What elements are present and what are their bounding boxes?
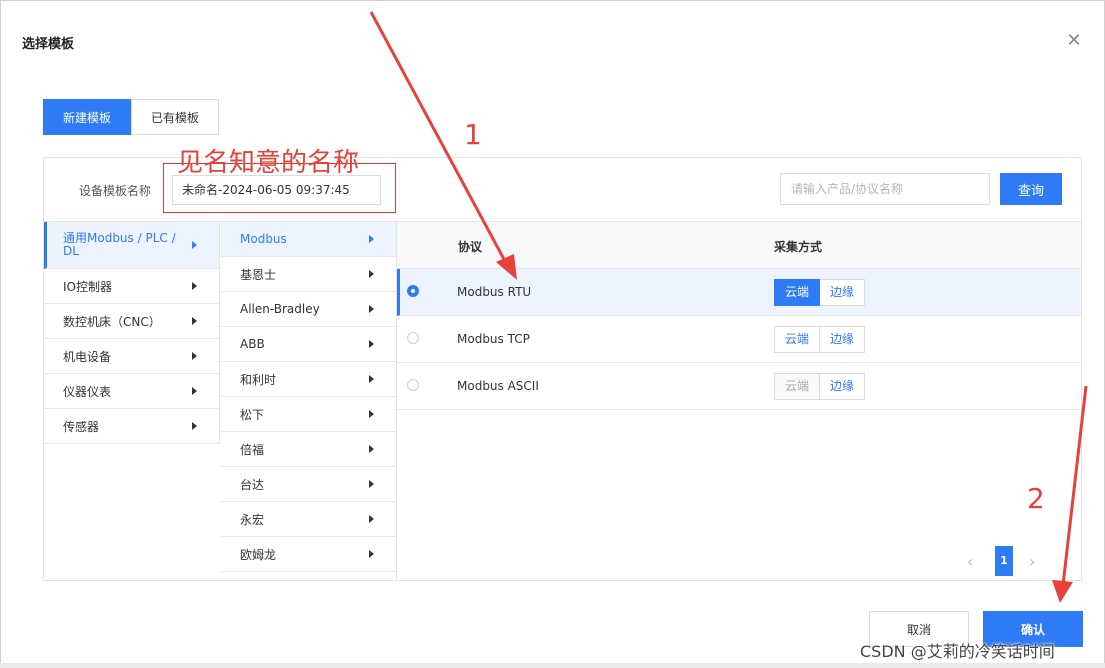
caret-right-icon	[369, 375, 374, 383]
column-header-protocol: 协议	[458, 240, 483, 254]
protocol-name: Modbus TCP	[457, 332, 530, 346]
cloud-option[interactable]: 云端	[774, 279, 821, 306]
pagination-prev-icon[interactable]: ‹	[967, 552, 973, 571]
vendor-item[interactable]: Allen-Bradley	[221, 292, 396, 327]
vendor-item[interactable]: 永宏	[221, 502, 396, 537]
category-label: 仪器仪表	[63, 384, 112, 399]
radio-button[interactable]	[407, 332, 419, 344]
category-label: 通用Modbus / PLC / DL	[63, 231, 176, 258]
pagination-page[interactable]: 1	[995, 546, 1013, 576]
caret-right-icon	[192, 317, 197, 325]
edge-option[interactable]: 边缘	[820, 279, 866, 306]
category-label: 机电设备	[63, 349, 112, 364]
vendor-label: 欧姆龙	[240, 547, 277, 562]
vendor-label: 基恩士	[240, 267, 277, 282]
category-label: 数控机床（CNC）	[63, 314, 161, 329]
vendor-item[interactable]: 基恩士	[221, 257, 396, 292]
tab-existing-template[interactable]: 已有模板	[131, 99, 220, 135]
caret-right-icon	[369, 445, 374, 453]
category-item-sensors[interactable]: 传感器	[44, 409, 220, 444]
caret-right-icon	[192, 241, 197, 249]
pagination-next-icon[interactable]: ›	[1029, 552, 1035, 571]
table-row[interactable]: Modbus TCP 云端 边缘	[397, 316, 1081, 363]
category-list: 通用Modbus / PLC / DL IO控制器 数控机床（CNC） 机电设备…	[44, 222, 220, 444]
protocol-name: Modbus ASCII	[457, 379, 539, 393]
category-label: 传感器	[63, 419, 100, 434]
template-name-input[interactable]: 未命名-2024-06-05 09:37:45	[172, 175, 381, 205]
method-toggle: 云端 边缘	[774, 279, 866, 306]
search-input[interactable]	[780, 173, 990, 205]
annotation-step-2: 2	[1027, 482, 1045, 515]
category-item-electromechanical[interactable]: 机电设备	[44, 339, 220, 374]
cloud-option[interactable]: 云端	[774, 326, 821, 353]
cloud-option[interactable]: 云端	[774, 373, 821, 400]
caret-right-icon	[369, 550, 374, 558]
edge-option[interactable]: 边缘	[820, 373, 866, 400]
vendor-item[interactable]: 台达	[221, 467, 396, 502]
radio-button[interactable]	[407, 285, 419, 297]
vendor-item[interactable]: 倍福	[221, 432, 396, 467]
vendor-label: Allen-Bradley	[240, 302, 320, 316]
protocol-name: Modbus RTU	[457, 285, 532, 299]
edge-option[interactable]: 边缘	[820, 326, 866, 353]
vendor-label: 台达	[240, 477, 265, 492]
caret-right-icon	[369, 270, 374, 278]
caret-right-icon	[192, 387, 197, 395]
template-name-label: 设备模板名称	[79, 184, 152, 198]
vendor-item[interactable]: ABB	[221, 327, 396, 362]
vendor-label: 永宏	[240, 512, 265, 527]
category-item-io-controller[interactable]: IO控制器	[44, 269, 220, 304]
caret-right-icon	[192, 422, 197, 430]
method-toggle: 云端 边缘	[774, 326, 866, 353]
caret-right-icon	[192, 352, 197, 360]
close-icon[interactable]: ✕	[1066, 32, 1082, 50]
caret-right-icon	[369, 235, 374, 243]
annotation-step-1: 1	[464, 118, 482, 151]
table-row[interactable]: Modbus ASCII 云端 边缘	[397, 363, 1081, 410]
vendor-item[interactable]: Modbus	[221, 222, 396, 257]
caret-right-icon	[369, 515, 374, 523]
category-item-instruments[interactable]: 仪器仪表	[44, 374, 220, 409]
vendor-item[interactable]: 和利时	[221, 362, 396, 397]
vendor-item[interactable]: 欧姆龙	[221, 537, 396, 572]
method-toggle: 云端 边缘	[774, 373, 866, 400]
category-item-cnc[interactable]: 数控机床（CNC）	[44, 304, 220, 339]
caret-right-icon	[369, 410, 374, 418]
protocol-table-header	[397, 222, 1081, 269]
vendor-label: Modbus	[240, 232, 287, 246]
caret-right-icon	[369, 340, 374, 348]
caret-right-icon	[192, 282, 197, 290]
vendor-label: 松下	[240, 407, 265, 422]
vendor-label: ABB	[240, 337, 265, 351]
radio-button[interactable]	[407, 379, 419, 391]
vendor-label: 倍福	[240, 442, 265, 457]
annotation-hint-text: 见名知意的名称	[177, 148, 360, 178]
caret-right-icon	[369, 480, 374, 488]
table-row[interactable]: Modbus RTU 云端 边缘	[397, 269, 1081, 316]
category-item-modbus-plc[interactable]: 通用Modbus / PLC / DL	[44, 222, 220, 269]
vendor-item[interactable]: 松下	[221, 397, 396, 432]
vendor-list: Modbus 基恩士 Allen-Bradley ABB 和利时 松下 倍福 台…	[221, 222, 397, 580]
search-button[interactable]: 查询	[1000, 173, 1062, 205]
dialog-title: 选择模板	[22, 37, 75, 52]
watermark: CSDN @艾莉的冷笑话时间	[860, 642, 1055, 661]
arrow-head	[1052, 580, 1073, 603]
caret-right-icon	[369, 305, 374, 313]
tab-new-template[interactable]: 新建模板	[43, 99, 132, 135]
column-header-method: 采集方式	[774, 240, 823, 254]
mode-tabs: 新建模板 已有模板	[43, 99, 220, 135]
category-label: IO控制器	[63, 279, 112, 294]
vendor-label: 和利时	[240, 372, 277, 387]
footer-divider	[0, 663, 1105, 668]
